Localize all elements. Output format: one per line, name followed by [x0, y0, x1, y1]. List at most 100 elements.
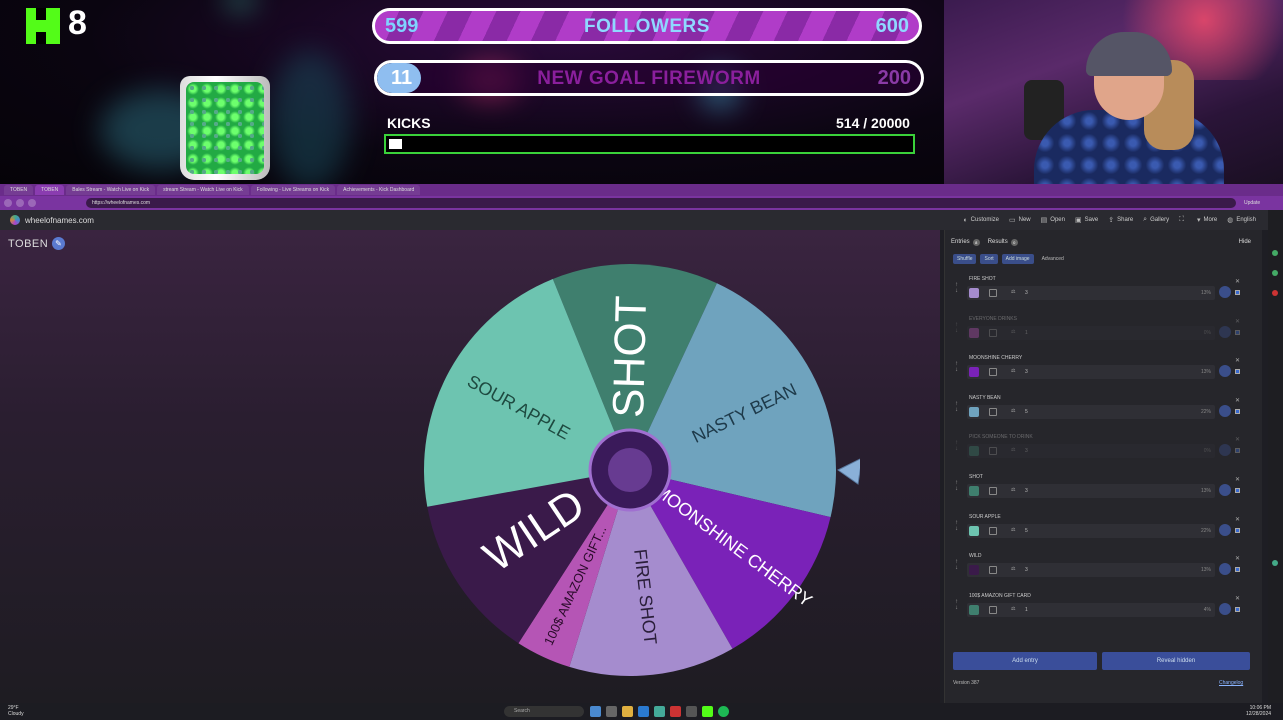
- menu-item[interactable]: ◐ Customize: [963, 216, 999, 224]
- entry-options-icon[interactable]: [1219, 365, 1231, 378]
- menu-item[interactable]: ⛶: [1179, 216, 1187, 224]
- start-icon[interactable]: [590, 706, 601, 717]
- entry-name[interactable]: FIRE SHOT: [969, 276, 996, 282]
- menu-item[interactable]: ▾ More: [1197, 216, 1217, 224]
- visible-checkbox[interactable]: [1235, 527, 1240, 533]
- back-icon[interactable]: [4, 199, 12, 207]
- visible-checkbox[interactable]: [1235, 290, 1240, 295]
- entry-weight[interactable]: 3: [1025, 369, 1028, 375]
- close-icon[interactable]: ✕: [1235, 555, 1240, 562]
- browser-tab[interactable]: TOBEN: [4, 185, 34, 195]
- entry-weight[interactable]: 3: [1025, 488, 1028, 494]
- tool-button[interactable]: Add image: [1001, 254, 1034, 264]
- entry-row[interactable]: ↑ ↓ 100$ AMAZON GIFT CARD ⚖ 1 4% ✕: [951, 589, 1241, 629]
- app-icon[interactable]: [686, 706, 697, 717]
- entry-weight[interactable]: 3: [1025, 290, 1028, 296]
- drag-handle-icon[interactable]: ↑ ↓: [955, 480, 958, 492]
- entry-row[interactable]: ↑ ↓ PICK SOMEONE TO DRINK ⚖ 3 0% ✕: [951, 430, 1241, 470]
- edge-icon[interactable]: [638, 706, 649, 717]
- menu-item[interactable]: ◍ English: [1227, 216, 1256, 224]
- store-icon[interactable]: [654, 706, 665, 717]
- entry-options-icon[interactable]: [1219, 563, 1231, 576]
- entry-name[interactable]: NASTY BEAN: [969, 395, 1001, 401]
- entry-weight[interactable]: 3: [1025, 567, 1028, 573]
- entry-options-icon[interactable]: [1219, 286, 1231, 298]
- profile-button[interactable]: Update: [1244, 200, 1260, 206]
- drag-handle-icon[interactable]: ↑ ↓: [955, 322, 958, 334]
- wheel[interactable]: SHOT NASTY BEANMOONSHINE CHERRYFIRE SHOT1…: [420, 258, 860, 678]
- color-swatch[interactable]: [969, 485, 979, 496]
- close-icon[interactable]: ✕: [1235, 476, 1240, 483]
- entry-row[interactable]: ↑ ↓ FIRE SHOT ⚖ 3 13% ✕: [951, 272, 1241, 312]
- entry-weight[interactable]: 5: [1025, 528, 1028, 534]
- drag-handle-icon[interactable]: ↑ ↓: [955, 440, 958, 452]
- browser-tab[interactable]: stream Stream - Watch Live on Kick: [157, 185, 249, 195]
- entry-row[interactable]: ↑ ↓ EVERYONE DRINKS ⚖ 1 0% ✕: [951, 312, 1241, 352]
- spotify-icon[interactable]: [718, 706, 729, 717]
- drag-handle-icon[interactable]: ↑ ↓: [955, 401, 958, 413]
- entry-name[interactable]: WILD: [969, 553, 982, 559]
- color-swatch[interactable]: [969, 327, 979, 338]
- color-swatch[interactable]: [969, 406, 979, 417]
- url-input[interactable]: https://wheelofnames.com: [86, 198, 1236, 208]
- entry-name[interactable]: PICK SOMEONE TO DRINK: [969, 434, 1033, 440]
- entry-options-icon[interactable]: [1219, 483, 1231, 496]
- entry-row[interactable]: ↑ ↓ SOUR APPLE ⚖ 5 22% ✕: [951, 510, 1241, 550]
- kick-app-icon[interactable]: [702, 706, 713, 717]
- entry-row[interactable]: ↑ ↓ SHOT ⚖ 3 13% ✕: [951, 470, 1241, 510]
- image-icon[interactable]: [989, 289, 997, 297]
- entry-weight[interactable]: 1: [1025, 330, 1028, 336]
- image-icon[interactable]: [989, 328, 997, 337]
- image-icon[interactable]: [989, 605, 997, 614]
- chrome-icon[interactable]: [670, 706, 681, 717]
- color-swatch[interactable]: [969, 565, 979, 576]
- image-icon[interactable]: [989, 368, 997, 377]
- edit-title-button[interactable]: ✎: [52, 237, 65, 250]
- menu-item[interactable]: ▣ Save: [1075, 216, 1098, 224]
- entry-options-icon[interactable]: [1219, 523, 1231, 536]
- entry-options-icon[interactable]: [1219, 444, 1231, 457]
- changelog-link[interactable]: Changelog: [1219, 680, 1243, 686]
- visible-checkbox[interactable]: [1235, 408, 1240, 414]
- drag-handle-icon[interactable]: ↑ ↓: [955, 520, 958, 532]
- entry-name[interactable]: EVERYONE DRINKS: [969, 316, 1017, 322]
- color-swatch[interactable]: [969, 288, 979, 298]
- close-icon[interactable]: ✕: [1235, 436, 1240, 443]
- visible-checkbox[interactable]: [1235, 329, 1240, 335]
- entry-name[interactable]: 100$ AMAZON GIFT CARD: [969, 593, 1031, 599]
- entry-name[interactable]: MOONSHINE CHERRY: [969, 355, 1022, 361]
- weather-widget[interactable]: 29°F Cloudy: [8, 705, 24, 717]
- drag-handle-icon[interactable]: ↑ ↓: [955, 282, 958, 294]
- drag-handle-icon[interactable]: ↑ ↓: [955, 599, 958, 611]
- entry-options-icon[interactable]: [1219, 325, 1231, 338]
- entry-options-icon[interactable]: [1219, 602, 1231, 615]
- reload-icon[interactable]: [28, 199, 36, 207]
- hide-button[interactable]: Hide: [1239, 239, 1251, 245]
- wheel-logo-icon[interactable]: [10, 215, 20, 225]
- entry-row[interactable]: ↑ ↓ NASTY BEAN ⚖ 5 22% ✕: [951, 391, 1241, 431]
- browser-tab[interactable]: TOBEN: [35, 185, 65, 195]
- menu-item[interactable]: ⌕ Gallery: [1143, 216, 1169, 224]
- color-swatch[interactable]: [969, 604, 979, 615]
- visible-checkbox[interactable]: [1235, 487, 1240, 493]
- entry-row[interactable]: ↑ ↓ WILD ⚖ 3 13% ✕: [951, 549, 1241, 589]
- browser-tab[interactable]: Following - Live Streams on Kick: [250, 185, 336, 195]
- taskview-icon[interactable]: [606, 706, 617, 717]
- close-icon[interactable]: ✕: [1235, 278, 1240, 285]
- scrollbar[interactable]: [1268, 210, 1283, 703]
- entry-weight[interactable]: 1: [1025, 607, 1028, 613]
- close-icon[interactable]: ✕: [1235, 397, 1240, 404]
- drag-handle-icon[interactable]: ↑ ↓: [955, 361, 958, 373]
- menu-item[interactable]: ▭ New: [1009, 216, 1031, 224]
- panel-tab[interactable]: Entries 8: [951, 238, 980, 246]
- site-name[interactable]: wheelofnames.com: [25, 216, 94, 225]
- color-swatch[interactable]: [969, 367, 979, 378]
- close-icon[interactable]: ✕: [1235, 357, 1240, 364]
- drag-handle-icon[interactable]: ↑ ↓: [955, 559, 958, 571]
- visible-checkbox[interactable]: [1235, 369, 1240, 375]
- close-icon[interactable]: ✕: [1235, 516, 1240, 523]
- entry-row[interactable]: ↑ ↓ MOONSHINE CHERRY ⚖ 3 13% ✕: [951, 351, 1241, 391]
- image-icon[interactable]: [989, 447, 997, 456]
- visible-checkbox[interactable]: [1235, 448, 1240, 454]
- tool-button[interactable]: Sort: [980, 254, 998, 264]
